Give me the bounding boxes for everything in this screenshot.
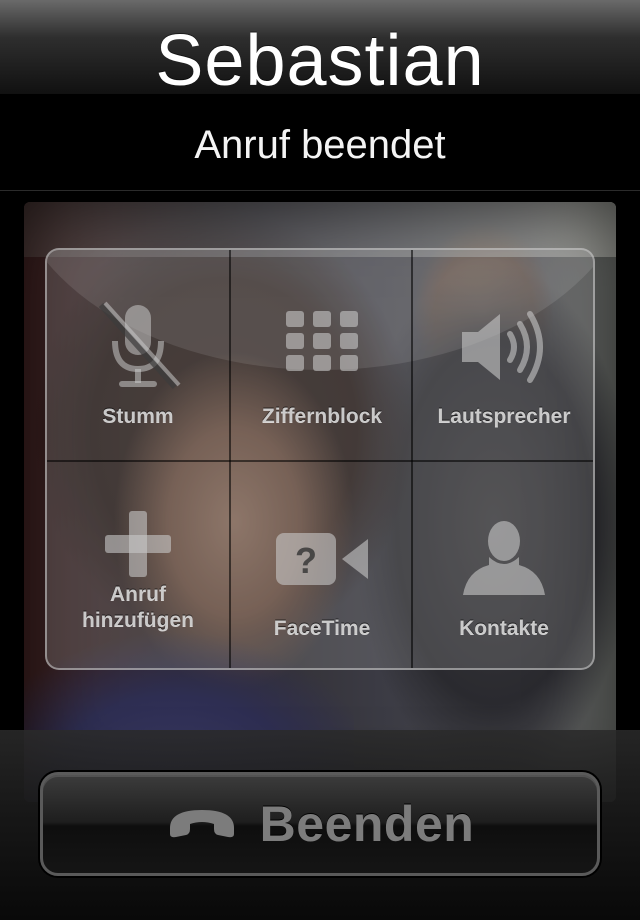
speaker-icon bbox=[454, 292, 554, 402]
contact-person-icon bbox=[454, 504, 554, 614]
facetime-label: FaceTime bbox=[273, 617, 371, 640]
end-call-button[interactable]: Beenden bbox=[40, 772, 600, 876]
speaker-button[interactable]: Lautsprecher bbox=[413, 250, 593, 460]
contacts-label: Kontakte bbox=[459, 617, 549, 640]
contacts-button[interactable]: Kontakte bbox=[413, 462, 593, 668]
speaker-label: Lautsprecher bbox=[437, 405, 571, 428]
microphone-muted-icon bbox=[88, 292, 188, 402]
facetime-question-icon: ? bbox=[272, 504, 372, 614]
phone-handset-icon bbox=[166, 802, 238, 847]
mute-button[interactable]: Stumm bbox=[47, 250, 229, 460]
end-call-label: Beenden bbox=[259, 796, 475, 852]
call-status: Anruf beendet bbox=[194, 123, 446, 167]
call-controls-panel: Stumm Ziffernblock Lautsprecher Anruf hi… bbox=[45, 248, 595, 670]
keypad-icon bbox=[272, 292, 372, 402]
mute-label: Stumm bbox=[102, 405, 174, 428]
caller-name: Sebastian bbox=[155, 21, 485, 101]
add-call-button[interactable]: Anruf hinzufügen bbox=[47, 462, 229, 668]
keypad-button[interactable]: Ziffernblock bbox=[231, 250, 413, 460]
svg-text:?: ? bbox=[295, 540, 317, 581]
add-call-label-line2: hinzufügen bbox=[82, 609, 194, 632]
call-header: Sebastian Anruf beendet bbox=[0, 0, 640, 191]
keypad-label: Ziffernblock bbox=[261, 405, 383, 428]
facetime-button[interactable]: ? FaceTime bbox=[231, 462, 413, 668]
plus-icon bbox=[88, 504, 188, 584]
